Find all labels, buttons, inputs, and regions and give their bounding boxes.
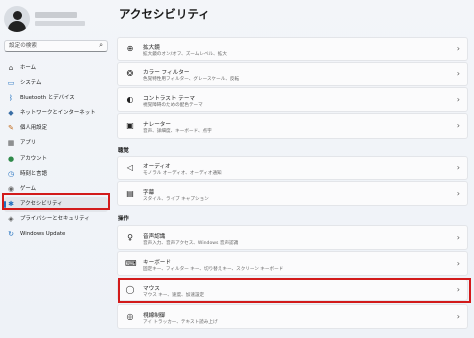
avatar	[4, 6, 30, 32]
card-title: 字幕	[143, 190, 155, 196]
privacy-shield-icon: ◈	[8, 214, 14, 223]
card-description: 固定キー、フィルター キー、切り替えキー、スクリーン キーボード	[143, 267, 284, 272]
sidebar-item-windows-update[interactable]: ↻ Windows Update	[4, 227, 108, 242]
settings-window: 設定の検索 ⌕ ⌂ ホーム ▭ システム ᛒ Bluetooth とデバイス ◆…	[0, 0, 474, 338]
keyboard-icon: ⌨	[125, 258, 137, 268]
user-profile[interactable]	[4, 6, 109, 34]
sidebar-item-label: プライバシーとセキュリティ	[20, 215, 90, 222]
sidebar-item-personalization[interactable]: ✎ 個人用設定	[4, 121, 108, 136]
sidebar-item-system[interactable]: ▭ システム	[4, 76, 108, 91]
magnifier-icon: ⊕	[126, 44, 134, 53]
card-description: アイ トラッカー、テキスト読み上げ	[143, 320, 218, 325]
chevron-right-icon: ›	[456, 232, 460, 242]
sidebar-item-label: アカウント	[20, 155, 47, 162]
sidebar-item-apps[interactable]: ▦ アプリ	[4, 136, 108, 151]
search-placeholder: 設定の検索	[9, 43, 37, 49]
color-filter-card[interactable]: ❂ カラー フィルター 色覚特性用フィルター、グレースケール、反転 ›	[117, 62, 468, 86]
contrast-icon: ◐	[126, 94, 134, 104]
chevron-right-icon: ›	[456, 188, 460, 198]
sidebar-item-label: 時刻と言語	[20, 170, 47, 177]
apps-icon: ▦	[7, 139, 15, 148]
speech-card[interactable]: ♀ 音声認識 音声入力、音声アクセス、Windows 音声認識 ›	[117, 225, 468, 250]
page-title: アクセシビリティ	[119, 7, 210, 21]
captions-icon: ▤	[126, 188, 134, 198]
card-description: 視覚障碍のための配色テーマ	[143, 103, 203, 108]
card-title: キーボード	[143, 260, 171, 266]
eye-control-icon: ◎	[126, 311, 134, 321]
gaming-icon: ◉	[7, 184, 15, 193]
card-title: 拡大鏡	[143, 45, 160, 51]
sidebar-item-label: ホーム	[20, 65, 37, 71]
sidebar-item-label: 個人用設定	[20, 125, 47, 132]
card-title: 視線制御	[143, 313, 166, 319]
chevron-right-icon: ›	[456, 44, 460, 53]
section-heading-interaction: 操作	[118, 216, 129, 222]
main-content: アクセシビリティ ⊕ 拡大鏡 拡大鏡のオン/オフ、ズームレベル、拡大 › ❂ カ…	[113, 0, 474, 338]
chevron-right-icon: ›	[456, 94, 460, 104]
color-filter-icon: ❂	[126, 69, 134, 78]
time-language-icon: ◷	[7, 169, 15, 178]
sidebar-item-label: システム	[20, 80, 42, 87]
chevron-right-icon: ›	[456, 258, 460, 268]
profile-email-redacted	[35, 21, 85, 26]
audio-card[interactable]: ◁ オーディオ モノラル オーディオ、オーディオ通知 ›	[117, 156, 468, 180]
sidebar-item-accounts[interactable]: ● アカウント	[4, 152, 108, 167]
windows-update-icon: ↻	[8, 230, 14, 239]
narrator-card[interactable]: ▣ ナレーター 音声、詳細度、キーボード、点字 ›	[117, 113, 468, 139]
highlight-box-mouse	[118, 278, 471, 303]
keyboard-card[interactable]: ⌨ キーボード 固定キー、フィルター キー、切り替えキー、スクリーン キーボード…	[117, 251, 468, 276]
sidebar-item-network[interactable]: ◆ ネットワークとインターネット	[4, 106, 108, 121]
sidebar-item-privacy[interactable]: ◈ プライバシーとセキュリティ	[4, 212, 108, 227]
card-title: コントラスト テーマ	[143, 96, 196, 102]
audio-icon: ◁	[126, 163, 134, 172]
sidebar-item-label: ゲーム	[20, 185, 37, 192]
sidebar-item-bluetooth[interactable]: ᛒ Bluetooth とデバイス	[4, 91, 108, 106]
narrator-icon: ▣	[126, 121, 134, 130]
sidebar-item-label: アプリ	[20, 140, 37, 147]
card-description: 拡大鏡のオン/オフ、ズームレベル、拡大	[143, 52, 227, 57]
sidebar-item-label: Bluetooth とデバイス	[20, 95, 75, 102]
sidebar: 設定の検索 ⌕ ⌂ ホーム ▭ システム ᛒ Bluetooth とデバイス ◆…	[0, 0, 113, 338]
card-description: 色覚特性用フィルター、グレースケール、反転	[143, 77, 240, 82]
chevron-right-icon: ›	[456, 163, 460, 172]
system-icon: ▭	[7, 79, 15, 88]
section-heading-hearing: 聴覚	[118, 148, 129, 154]
highlight-box-accessibility	[2, 193, 110, 210]
card-description: 音声入力、音声アクセス、Windows 音声認識	[143, 241, 239, 246]
eye-control-card[interactable]: ◎ 視線制御 アイ トラッカー、テキスト読み上げ ›	[117, 304, 468, 329]
home-icon: ⌂	[8, 64, 14, 72]
contrast-theme-card[interactable]: ◐ コントラスト テーマ 視覚障碍のための配色テーマ ›	[117, 87, 468, 112]
chevron-right-icon: ›	[456, 121, 460, 130]
card-title: カラー フィルター	[143, 70, 190, 76]
bluetooth-icon: ᛒ	[8, 94, 14, 103]
card-title: オーディオ	[143, 164, 171, 170]
microphone-icon: ♀	[127, 232, 133, 242]
network-icon: ◆	[8, 109, 14, 118]
captions-card[interactable]: ▤ 字幕 スタイル、ライブ キャプション ›	[117, 181, 468, 206]
chevron-right-icon: ›	[456, 311, 460, 321]
sidebar-nav: ⌂ ホーム ▭ システム ᛒ Bluetooth とデバイス ◆ ネットワークと…	[4, 61, 108, 242]
search-icon: ⌕	[99, 41, 103, 49]
search-input[interactable]: 設定の検索 ⌕	[4, 40, 108, 52]
sidebar-item-label: ネットワークとインターネット	[20, 110, 96, 117]
card-description: スタイル、ライブ キャプション	[143, 197, 209, 202]
card-title: ナレーター	[143, 122, 171, 128]
sidebar-item-label: Windows Update	[20, 231, 66, 238]
account-icon: ●	[7, 154, 15, 163]
chevron-right-icon: ›	[456, 69, 460, 78]
personalization-icon: ✎	[8, 124, 14, 133]
magnifier-card[interactable]: ⊕ 拡大鏡 拡大鏡のオン/オフ、ズームレベル、拡大 ›	[117, 37, 468, 61]
card-title: 音声認識	[143, 234, 166, 240]
sidebar-item-home[interactable]: ⌂ ホーム	[4, 61, 108, 76]
profile-name-redacted	[35, 12, 77, 18]
card-description: モノラル オーディオ、オーディオ通知	[143, 171, 222, 176]
sidebar-item-time-language[interactable]: ◷ 時刻と言語	[4, 167, 108, 182]
card-description: 音声、詳細度、キーボード、点字	[143, 129, 212, 134]
